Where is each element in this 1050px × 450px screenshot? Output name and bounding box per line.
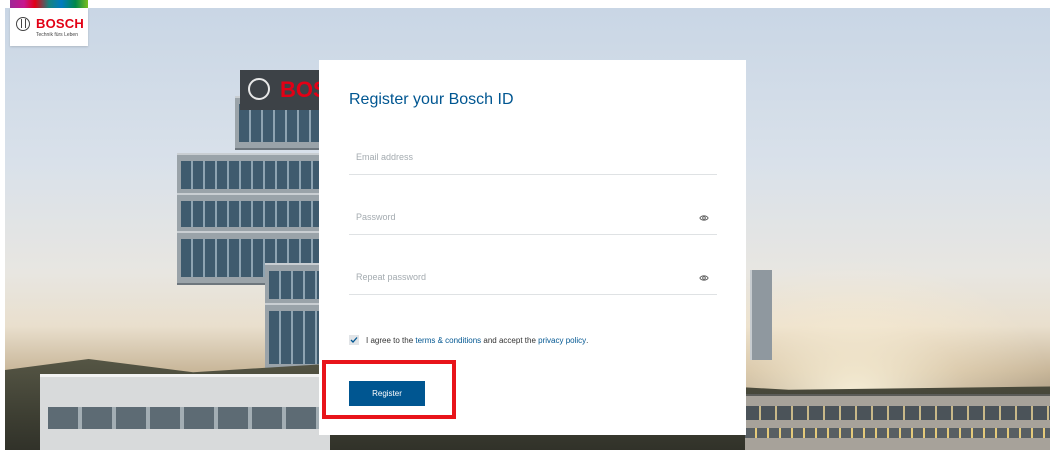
eye-icon[interactable] bbox=[699, 273, 709, 283]
email-input[interactable] bbox=[349, 142, 686, 172]
building-logo-sign: BOSCH bbox=[240, 70, 359, 110]
brand-name: BOSCH bbox=[36, 16, 84, 31]
bosch-armature-icon bbox=[248, 78, 270, 100]
low-building bbox=[40, 374, 330, 450]
bosch-logo[interactable]: BOSCH Technik fürs Leben bbox=[10, 8, 88, 46]
page-title: Register your Bosch ID bbox=[349, 91, 514, 108]
agree-checkbox[interactable] bbox=[349, 335, 359, 345]
agree-text-middle: and accept the bbox=[481, 335, 539, 345]
tower-block bbox=[177, 153, 337, 197]
password-field bbox=[349, 202, 717, 235]
repeat-password-field bbox=[349, 262, 717, 295]
eye-icon[interactable] bbox=[699, 213, 709, 223]
repeat-password-input[interactable] bbox=[349, 262, 686, 292]
privacy-link[interactable]: privacy policy bbox=[538, 336, 586, 345]
supergraphic-bar bbox=[10, 0, 88, 8]
right-building bbox=[745, 394, 1050, 450]
agree-text: I agree to the bbox=[366, 335, 416, 345]
email-field bbox=[349, 142, 717, 175]
terms-link[interactable]: terms & conditions bbox=[415, 336, 481, 345]
bosch-armature-icon bbox=[16, 17, 30, 31]
supergraphic-strip bbox=[0, 0, 1050, 8]
brand-tagline: Technik fürs Leben bbox=[36, 32, 78, 38]
agree-text-end: . bbox=[586, 335, 589, 345]
password-input[interactable] bbox=[349, 202, 686, 232]
agree-row: I agree to the terms & conditions and ac… bbox=[349, 333, 588, 347]
checkmark-icon bbox=[350, 337, 358, 343]
distant-building bbox=[750, 270, 772, 360]
tower-block bbox=[177, 193, 337, 235]
highlight-box bbox=[322, 360, 456, 419]
